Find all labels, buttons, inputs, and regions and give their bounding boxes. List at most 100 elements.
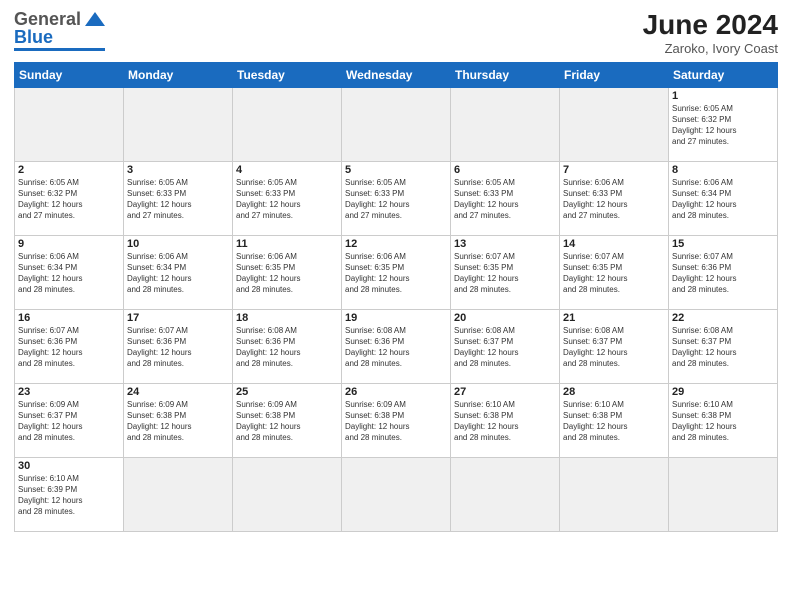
day-info: Sunrise: 6:10 AM Sunset: 6:38 PM Dayligh… — [454, 399, 556, 444]
day-number: 1 — [672, 90, 774, 102]
table-row — [669, 457, 778, 531]
day-info: Sunrise: 6:06 AM Sunset: 6:35 PM Dayligh… — [236, 251, 338, 296]
col-sunday: Sunday — [15, 62, 124, 87]
table-row: 20Sunrise: 6:08 AM Sunset: 6:37 PM Dayli… — [451, 309, 560, 383]
day-info: Sunrise: 6:07 AM Sunset: 6:35 PM Dayligh… — [454, 251, 556, 296]
table-row: 15Sunrise: 6:07 AM Sunset: 6:36 PM Dayli… — [669, 235, 778, 309]
day-number: 30 — [18, 460, 120, 472]
table-row — [124, 87, 233, 161]
day-info: Sunrise: 6:09 AM Sunset: 6:38 PM Dayligh… — [127, 399, 229, 444]
table-row — [342, 457, 451, 531]
day-info: Sunrise: 6:05 AM Sunset: 6:33 PM Dayligh… — [127, 177, 229, 222]
day-number: 4 — [236, 164, 338, 176]
table-row: 1Sunrise: 6:05 AM Sunset: 6:32 PM Daylig… — [669, 87, 778, 161]
table-row: 13Sunrise: 6:07 AM Sunset: 6:35 PM Dayli… — [451, 235, 560, 309]
day-number: 28 — [563, 386, 665, 398]
table-row: 28Sunrise: 6:10 AM Sunset: 6:38 PM Dayli… — [560, 383, 669, 457]
day-info: Sunrise: 6:09 AM Sunset: 6:38 PM Dayligh… — [236, 399, 338, 444]
day-info: Sunrise: 6:07 AM Sunset: 6:35 PM Dayligh… — [563, 251, 665, 296]
table-row: 16Sunrise: 6:07 AM Sunset: 6:36 PM Dayli… — [15, 309, 124, 383]
table-row — [560, 457, 669, 531]
table-row: 5Sunrise: 6:05 AM Sunset: 6:33 PM Daylig… — [342, 161, 451, 235]
day-number: 25 — [236, 386, 338, 398]
calendar-body: 1Sunrise: 6:05 AM Sunset: 6:32 PM Daylig… — [15, 87, 778, 531]
location: Zaroko, Ivory Coast — [643, 41, 778, 56]
table-row — [451, 87, 560, 161]
day-number: 22 — [672, 312, 774, 324]
day-number: 24 — [127, 386, 229, 398]
table-row — [560, 87, 669, 161]
day-info: Sunrise: 6:06 AM Sunset: 6:34 PM Dayligh… — [127, 251, 229, 296]
day-info: Sunrise: 6:08 AM Sunset: 6:36 PM Dayligh… — [345, 325, 447, 370]
table-row: 14Sunrise: 6:07 AM Sunset: 6:35 PM Dayli… — [560, 235, 669, 309]
table-row — [342, 87, 451, 161]
day-info: Sunrise: 6:06 AM Sunset: 6:33 PM Dayligh… — [563, 177, 665, 222]
title-area: June 2024 Zaroko, Ivory Coast — [643, 10, 778, 56]
table-row: 9Sunrise: 6:06 AM Sunset: 6:34 PM Daylig… — [15, 235, 124, 309]
table-row: 29Sunrise: 6:10 AM Sunset: 6:38 PM Dayli… — [669, 383, 778, 457]
calendar: Sunday Monday Tuesday Wednesday Thursday… — [14, 62, 778, 532]
day-number: 18 — [236, 312, 338, 324]
logo-underline — [14, 48, 105, 51]
table-row: 26Sunrise: 6:09 AM Sunset: 6:38 PM Dayli… — [342, 383, 451, 457]
col-friday: Friday — [560, 62, 669, 87]
day-info: Sunrise: 6:05 AM Sunset: 6:33 PM Dayligh… — [236, 177, 338, 222]
table-row: 25Sunrise: 6:09 AM Sunset: 6:38 PM Dayli… — [233, 383, 342, 457]
table-row — [124, 457, 233, 531]
page: General Blue June 2024 Zaroko, Ivory Coa… — [0, 0, 792, 612]
day-info: Sunrise: 6:09 AM Sunset: 6:38 PM Dayligh… — [345, 399, 447, 444]
table-row: 6Sunrise: 6:05 AM Sunset: 6:33 PM Daylig… — [451, 161, 560, 235]
day-number: 9 — [18, 238, 120, 250]
table-row — [451, 457, 560, 531]
day-number: 19 — [345, 312, 447, 324]
table-row: 17Sunrise: 6:07 AM Sunset: 6:36 PM Dayli… — [124, 309, 233, 383]
table-row: 11Sunrise: 6:06 AM Sunset: 6:35 PM Dayli… — [233, 235, 342, 309]
table-row: 21Sunrise: 6:08 AM Sunset: 6:37 PM Dayli… — [560, 309, 669, 383]
day-info: Sunrise: 6:07 AM Sunset: 6:36 PM Dayligh… — [672, 251, 774, 296]
day-number: 23 — [18, 386, 120, 398]
col-tuesday: Tuesday — [233, 62, 342, 87]
weekday-row: Sunday Monday Tuesday Wednesday Thursday… — [15, 62, 778, 87]
day-number: 27 — [454, 386, 556, 398]
col-wednesday: Wednesday — [342, 62, 451, 87]
day-number: 8 — [672, 164, 774, 176]
day-info: Sunrise: 6:05 AM Sunset: 6:32 PM Dayligh… — [672, 103, 774, 148]
day-info: Sunrise: 6:08 AM Sunset: 6:37 PM Dayligh… — [454, 325, 556, 370]
table-row — [15, 87, 124, 161]
table-row: 24Sunrise: 6:09 AM Sunset: 6:38 PM Dayli… — [124, 383, 233, 457]
month-year: June 2024 — [643, 10, 778, 41]
day-number: 3 — [127, 164, 229, 176]
day-number: 20 — [454, 312, 556, 324]
day-info: Sunrise: 6:06 AM Sunset: 6:34 PM Dayligh… — [18, 251, 120, 296]
day-info: Sunrise: 6:05 AM Sunset: 6:33 PM Dayligh… — [454, 177, 556, 222]
logo: General Blue — [14, 10, 105, 51]
table-row: 22Sunrise: 6:08 AM Sunset: 6:37 PM Dayli… — [669, 309, 778, 383]
day-info: Sunrise: 6:08 AM Sunset: 6:36 PM Dayligh… — [236, 325, 338, 370]
day-info: Sunrise: 6:10 AM Sunset: 6:38 PM Dayligh… — [563, 399, 665, 444]
table-row: 4Sunrise: 6:05 AM Sunset: 6:33 PM Daylig… — [233, 161, 342, 235]
col-thursday: Thursday — [451, 62, 560, 87]
table-row: 3Sunrise: 6:05 AM Sunset: 6:33 PM Daylig… — [124, 161, 233, 235]
day-info: Sunrise: 6:05 AM Sunset: 6:32 PM Dayligh… — [18, 177, 120, 222]
day-number: 5 — [345, 164, 447, 176]
table-row: 7Sunrise: 6:06 AM Sunset: 6:33 PM Daylig… — [560, 161, 669, 235]
table-row: 23Sunrise: 6:09 AM Sunset: 6:37 PM Dayli… — [15, 383, 124, 457]
logo-triangle-icon — [85, 12, 105, 26]
day-info: Sunrise: 6:08 AM Sunset: 6:37 PM Dayligh… — [672, 325, 774, 370]
day-number: 26 — [345, 386, 447, 398]
table-row — [233, 87, 342, 161]
table-row: 18Sunrise: 6:08 AM Sunset: 6:36 PM Dayli… — [233, 309, 342, 383]
header: General Blue June 2024 Zaroko, Ivory Coa… — [14, 10, 778, 56]
day-number: 29 — [672, 386, 774, 398]
day-info: Sunrise: 6:09 AM Sunset: 6:37 PM Dayligh… — [18, 399, 120, 444]
day-number: 12 — [345, 238, 447, 250]
day-number: 14 — [563, 238, 665, 250]
table-row: 12Sunrise: 6:06 AM Sunset: 6:35 PM Dayli… — [342, 235, 451, 309]
day-info: Sunrise: 6:07 AM Sunset: 6:36 PM Dayligh… — [18, 325, 120, 370]
day-number: 16 — [18, 312, 120, 324]
day-number: 13 — [454, 238, 556, 250]
day-info: Sunrise: 6:08 AM Sunset: 6:37 PM Dayligh… — [563, 325, 665, 370]
day-info: Sunrise: 6:06 AM Sunset: 6:35 PM Dayligh… — [345, 251, 447, 296]
day-info: Sunrise: 6:05 AM Sunset: 6:33 PM Dayligh… — [345, 177, 447, 222]
table-row: 19Sunrise: 6:08 AM Sunset: 6:36 PM Dayli… — [342, 309, 451, 383]
